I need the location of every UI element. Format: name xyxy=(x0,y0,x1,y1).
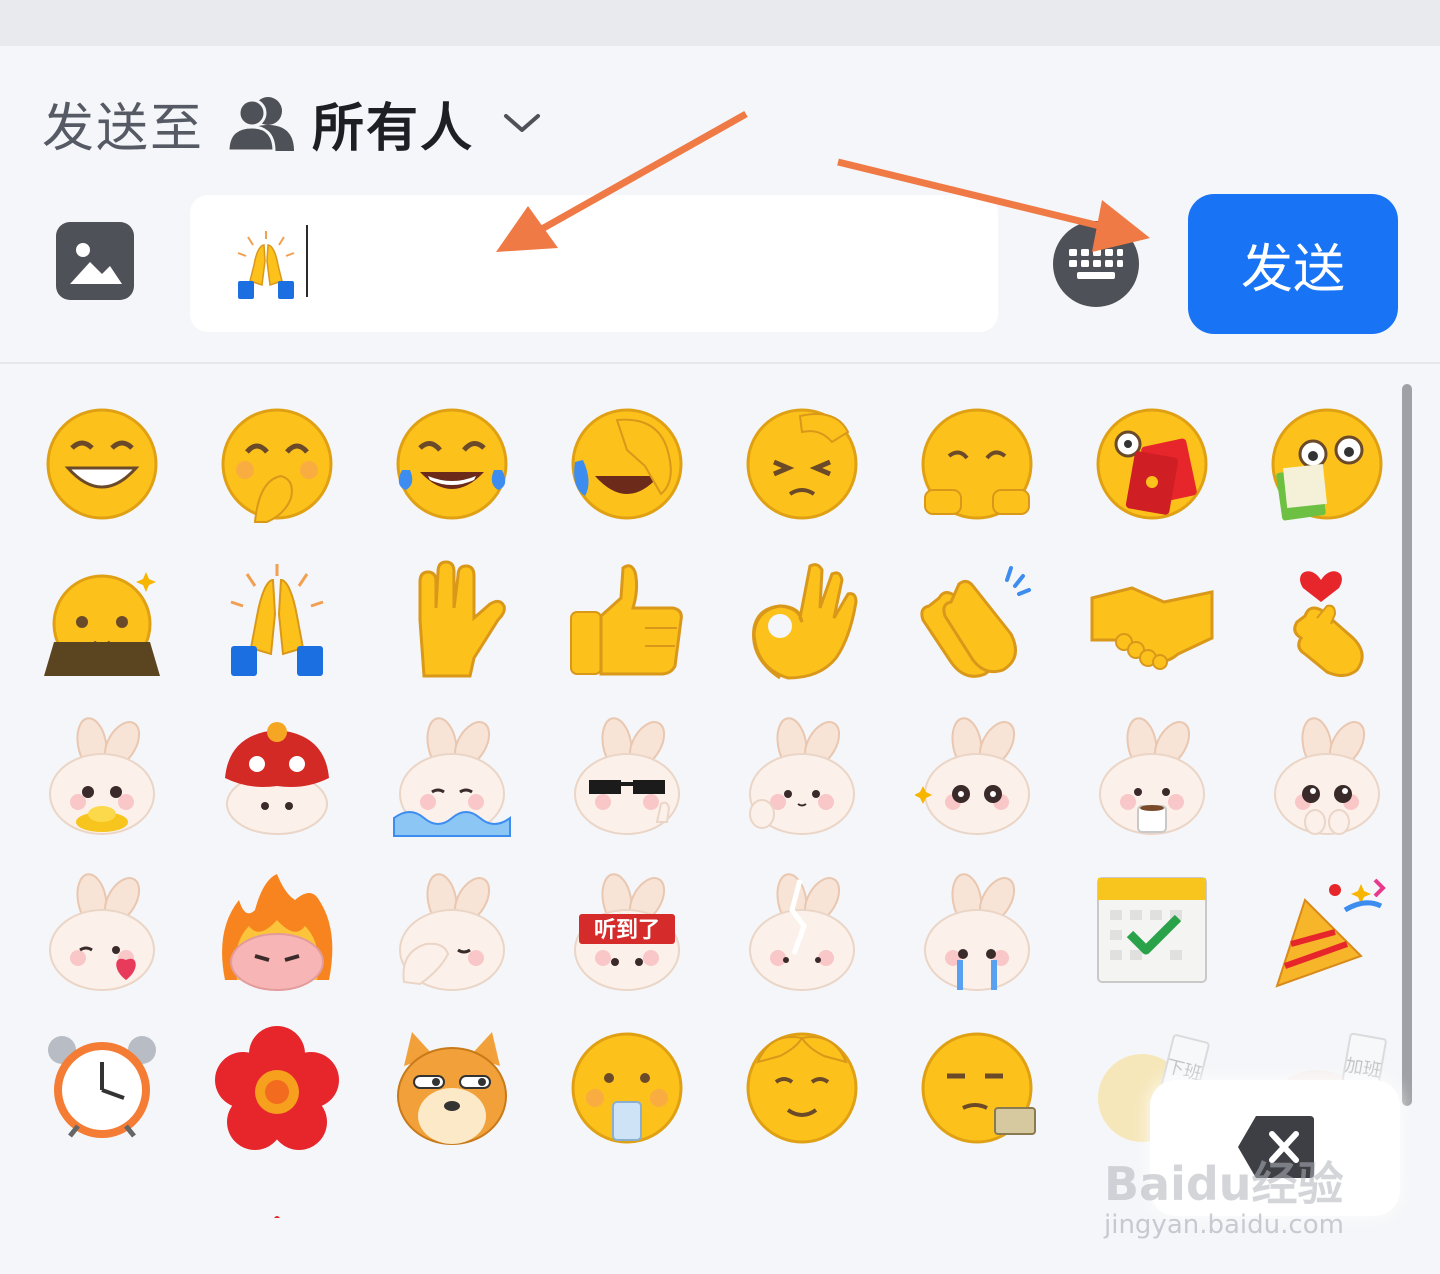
text-caret xyxy=(306,225,308,297)
bunny-angry-fire-icon xyxy=(221,874,332,991)
image-button[interactable] xyxy=(56,222,134,300)
emoji-item[interactable] xyxy=(539,386,714,542)
emoji-item[interactable] xyxy=(714,1010,889,1166)
emoji-item[interactable] xyxy=(189,1166,364,1218)
sad-hands-icon xyxy=(921,408,1032,520)
group-icon xyxy=(228,97,295,153)
bunny-facepalm-icon xyxy=(398,870,505,991)
emoji-item[interactable] xyxy=(364,698,539,854)
tears-of-joy-icon xyxy=(396,408,507,520)
emoji-item[interactable] xyxy=(364,1010,539,1166)
emoji-item[interactable] xyxy=(1239,386,1414,542)
handshake-icon xyxy=(1090,586,1213,670)
emoji-item[interactable] xyxy=(189,386,364,542)
emoji-item[interactable] xyxy=(1239,542,1414,698)
alarm-clock-icon xyxy=(47,1036,156,1138)
emoji-item[interactable] xyxy=(364,542,539,698)
bunny-listening-icon: 听到了 xyxy=(573,870,680,991)
recipient-name[interactable]: 所有人 xyxy=(312,86,474,161)
emoji-item[interactable] xyxy=(889,542,1064,698)
doge-icon xyxy=(396,1032,507,1145)
covering-mouth-icon xyxy=(221,408,332,523)
ok-hand-icon xyxy=(751,563,858,680)
peeking-hands-icon xyxy=(43,572,160,676)
emoji-item[interactable] xyxy=(364,386,539,542)
bunny-heart-icon xyxy=(48,870,155,991)
top-strip xyxy=(0,0,1440,46)
emoji-item[interactable]: 听到了 xyxy=(539,854,714,1010)
emoji-item[interactable] xyxy=(14,1166,189,1218)
emoji-item[interactable] xyxy=(1064,854,1239,1010)
emoji-item[interactable] xyxy=(14,854,189,1010)
red-envelope-icon xyxy=(1096,408,1207,520)
emoji-item[interactable] xyxy=(714,854,889,1010)
bunny-lion-dance-icon xyxy=(224,722,329,835)
bunny-crying-water-icon xyxy=(392,714,511,837)
take-notes-icon xyxy=(1271,408,1382,521)
emoji-item[interactable] xyxy=(1064,542,1239,698)
bunny-pleading-icon xyxy=(1273,714,1380,835)
emoji-item[interactable] xyxy=(889,854,1064,1010)
emoji-item[interactable] xyxy=(889,386,1064,542)
emoji-item[interactable] xyxy=(189,1010,364,1166)
firecracker-icon xyxy=(40,1182,164,1218)
emoji-item[interactable] xyxy=(14,542,189,698)
emoji-item[interactable] xyxy=(714,542,889,698)
emoji-item[interactable] xyxy=(14,1010,189,1166)
send-to-label: 发送至 xyxy=(42,98,205,159)
sigh-book-icon xyxy=(921,1032,1036,1144)
finger-heart-icon xyxy=(1292,571,1364,677)
bunny-sunglasses-icon xyxy=(573,714,680,835)
troubled-icon xyxy=(746,408,857,520)
keyboard-icon xyxy=(1069,249,1123,279)
clapping-icon xyxy=(919,566,1031,678)
bunny-coffee-icon xyxy=(1098,714,1205,835)
thumbs-up-icon xyxy=(569,564,683,676)
bunny-gold-icon xyxy=(48,714,155,835)
head-pat-icon xyxy=(746,1032,857,1144)
bunny-heartbroken-icon xyxy=(748,870,855,991)
drinking-icon xyxy=(571,1032,682,1144)
emoji-scrollbar[interactable] xyxy=(1402,384,1412,1106)
emoji-item[interactable] xyxy=(714,386,889,542)
emoji-item[interactable] xyxy=(189,854,364,1010)
emoji-item[interactable] xyxy=(14,386,189,542)
emoji-item[interactable] xyxy=(889,698,1064,854)
emoji-item[interactable] xyxy=(189,542,364,698)
emoji-item[interactable] xyxy=(1239,854,1414,1010)
folded-hands-icon xyxy=(237,231,295,299)
bunny-starry-eyes-icon xyxy=(914,714,1030,835)
emoji-item[interactable] xyxy=(364,854,539,1010)
sticker-text-listening: 听到了 xyxy=(593,918,659,943)
chevron-down-icon[interactable] xyxy=(502,110,542,136)
emoji-item[interactable] xyxy=(539,542,714,698)
emoji-item[interactable] xyxy=(889,1010,1064,1166)
emoji-item[interactable] xyxy=(189,698,364,854)
facepalm-icon xyxy=(571,408,682,520)
recipient-bar[interactable]: 发送至 所有人 xyxy=(42,86,542,161)
message-input[interactable] xyxy=(190,195,998,332)
emoji-item[interactable] xyxy=(1064,386,1239,542)
watermark-logo: Baidu经验 xyxy=(1104,1157,1344,1211)
folded-hands-icon xyxy=(230,564,323,676)
emoji-item[interactable] xyxy=(714,698,889,854)
watermark-url: jingyan.baidu.com xyxy=(1104,1210,1344,1240)
emoji-item[interactable] xyxy=(1239,698,1414,854)
bunny-tearful-icon xyxy=(923,870,1030,991)
red-flower-icon xyxy=(214,1026,339,1150)
emoji-item[interactable] xyxy=(539,698,714,854)
emoji-item[interactable] xyxy=(1064,698,1239,854)
fireworks-icon xyxy=(273,1216,280,1218)
bunny-waving-icon xyxy=(748,714,855,835)
emoji-item[interactable] xyxy=(14,698,189,854)
raised-hand-icon xyxy=(418,560,506,678)
party-popper-icon xyxy=(1274,878,1386,988)
grinning-icon xyxy=(46,408,157,520)
calendar-check-icon xyxy=(1096,877,1207,983)
send-button[interactable]: 发送 xyxy=(1188,194,1398,334)
emoji-item[interactable] xyxy=(539,1010,714,1166)
keyboard-toggle-button[interactable] xyxy=(1053,221,1139,307)
image-icon xyxy=(70,243,122,284)
